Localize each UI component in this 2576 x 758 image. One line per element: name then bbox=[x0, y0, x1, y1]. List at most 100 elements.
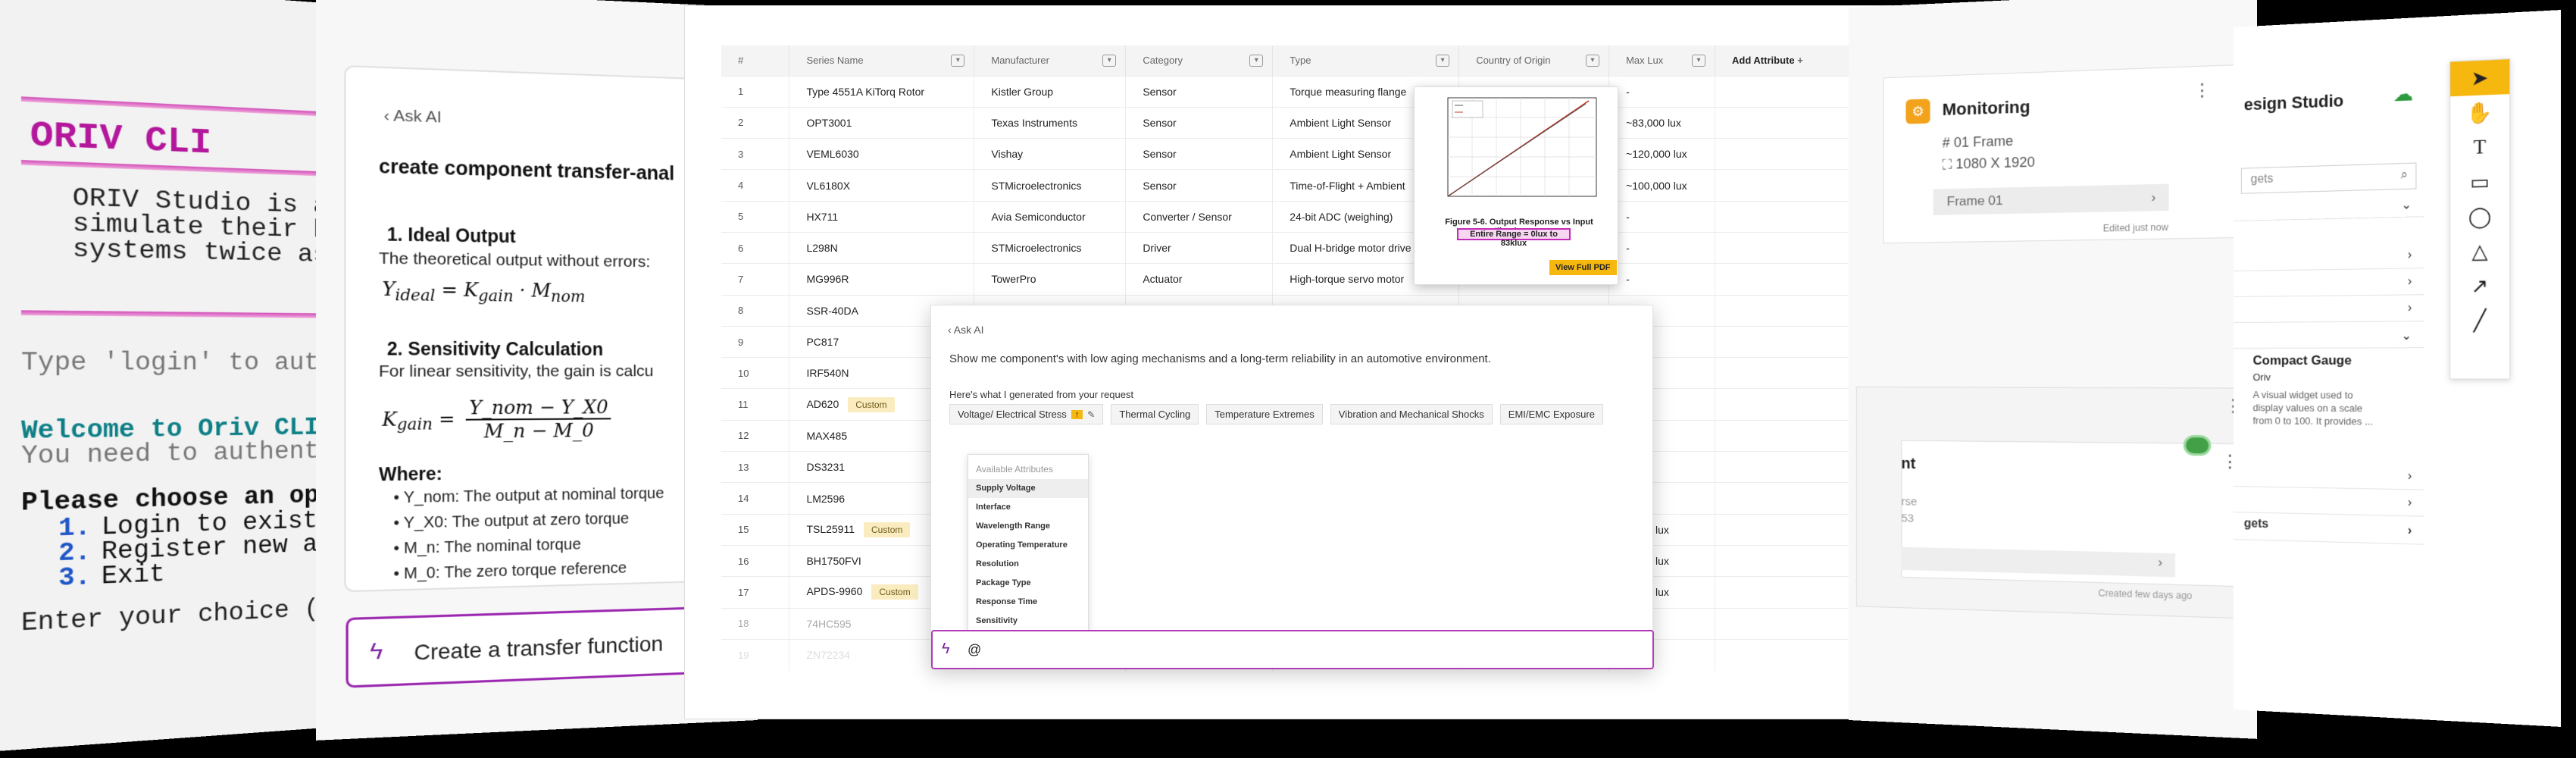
table-row[interactable]: 2 OPT3001 Texas Instruments Sensor Ambient L… bbox=[721, 106, 1853, 139]
category-row-expanded[interactable]: ⌄ bbox=[2234, 324, 2424, 349]
rectangle-tool-icon[interactable]: ▭ bbox=[2450, 164, 2509, 200]
cell-text: 16 bbox=[738, 555, 749, 567]
cli-option-3[interactable]: 3. Exit bbox=[58, 560, 165, 594]
dropdown-item[interactable]: Wavelength Range bbox=[968, 517, 1088, 536]
chip-vibration[interactable]: Vibration and Mechanical Shocks bbox=[1330, 404, 1493, 424]
col-series-name[interactable]: Series Name ▾ bbox=[789, 45, 975, 76]
cell-text: Actuator bbox=[1143, 273, 1183, 286]
dropdown-item[interactable]: Interface bbox=[968, 498, 1088, 517]
edit-icon[interactable]: ✎ bbox=[1087, 409, 1095, 420]
triangle-tool-icon[interactable]: △ bbox=[2450, 233, 2509, 269]
widget-owner: Oriv bbox=[2252, 371, 2271, 384]
col-type[interactable]: Type ▾ bbox=[1272, 45, 1460, 76]
frame-selector[interactable]: Frame 01 › bbox=[1933, 183, 2169, 215]
col-manufacturer[interactable]: Manufacturer ▾ bbox=[974, 45, 1127, 76]
add-attribute-button[interactable]: Add Attribute + bbox=[1715, 45, 1853, 76]
col-category[interactable]: Category ▾ bbox=[1125, 45, 1274, 76]
widget-name[interactable]: Compact Gauge bbox=[2253, 353, 2352, 368]
cell-text: 11 bbox=[738, 399, 749, 411]
bullet-text: M_n: The nominal torque bbox=[404, 536, 581, 558]
filter-icon[interactable]: ▾ bbox=[1102, 55, 1117, 67]
dropdown-item[interactable]: Response Time bbox=[968, 593, 1088, 612]
col-label: Manufacturer bbox=[991, 55, 1049, 67]
ask-ai-input[interactable]: ϟ @ bbox=[931, 630, 1654, 669]
dropdown-item[interactable]: Operating Temperature bbox=[968, 536, 1088, 555]
category-row[interactable]: › bbox=[2234, 271, 2424, 297]
filter-icon[interactable]: ▾ bbox=[1692, 55, 1706, 67]
component-table-panel: # Series Name ▾ Manufacturer ▾ Category ▾ T… bbox=[685, 6, 1893, 719]
table-cell: 1 bbox=[721, 75, 790, 108]
table-row[interactable]: 4 VL6180X STMicroelectronics Sensor Time-of-… bbox=[721, 169, 1853, 202]
ellipse-tool-icon[interactable]: ◯ bbox=[2450, 199, 2509, 234]
chip-thermal-cycling[interactable]: Thermal Cycling bbox=[1111, 404, 1199, 424]
line-tool-icon[interactable]: ╱ bbox=[2450, 302, 2509, 337]
cell-text: 74HC595 bbox=[806, 617, 852, 630]
category-row[interactable]: › bbox=[2234, 490, 2424, 517]
card-desc: rse 53 bbox=[1901, 493, 1917, 528]
table-cell: - bbox=[1608, 263, 1716, 296]
cell-text: Sensor bbox=[1143, 116, 1177, 129]
section-text: For linear sensitivity, the gain is calc… bbox=[379, 362, 654, 381]
more-icon[interactable]: ⋮ bbox=[2193, 80, 2212, 101]
option-label: Exit bbox=[101, 560, 165, 592]
category-row[interactable]: › bbox=[2234, 245, 2424, 271]
dropdown-item[interactable]: Supply Voltage bbox=[968, 479, 1088, 498]
table-row[interactable]: 7 MG996R TowerPro Actuator High-torque servo… bbox=[721, 263, 1853, 296]
table-row[interactable]: 3 VEML6030 Vishay Sensor Ambient Light Senso… bbox=[721, 138, 1853, 170]
custom-badge: Custom bbox=[871, 584, 918, 600]
chip-emi-emc[interactable]: EMI/EMC Exposure bbox=[1499, 404, 1603, 424]
dropdown-item[interactable]: Resolution bbox=[968, 555, 1088, 574]
widgets-section[interactable]: gets › bbox=[2234, 517, 2424, 545]
back-button[interactable]: ‹ Ask AI bbox=[384, 106, 442, 127]
eq-sub: gain bbox=[478, 286, 514, 305]
view-pdf-button[interactable]: View Full PDF bbox=[1549, 260, 1617, 275]
text-tool-icon[interactable]: T bbox=[2450, 129, 2509, 165]
table-row[interactable]: 5 HX711 Avia Semiconductor Converter / Sens… bbox=[721, 200, 1853, 233]
back-button[interactable]: ‹ Ask AI bbox=[948, 324, 983, 336]
chevron-right-icon: › bbox=[2407, 301, 2412, 315]
answer-heading: create component transfer-anal bbox=[379, 155, 675, 185]
cell-text: TSL25911 bbox=[806, 522, 855, 535]
cell-text: 9 bbox=[738, 336, 744, 348]
widget-search-input[interactable]: gets ⌕ bbox=[2240, 162, 2417, 194]
bullet: • Y_X0: The output at zero torque bbox=[393, 510, 630, 532]
section-label: gets bbox=[2243, 517, 2269, 531]
category-row[interactable]: › bbox=[2234, 464, 2424, 490]
table-cell bbox=[1715, 294, 1853, 327]
cell-text: Vishay bbox=[991, 148, 1024, 161]
filter-icon[interactable]: ▾ bbox=[1249, 55, 1264, 67]
col-country[interactable]: Country of Origin ▾ bbox=[1458, 45, 1610, 76]
chevron-down-icon: ⌄ bbox=[2401, 198, 2412, 212]
select-row[interactable]: ⌄ bbox=[2234, 193, 2424, 221]
table-cell: 16 bbox=[721, 544, 790, 577]
category-row[interactable]: › bbox=[2234, 298, 2424, 323]
cell-text: Texas Instruments bbox=[991, 116, 1077, 129]
table-cell: 13 bbox=[721, 451, 790, 483]
filter-icon[interactable]: ▾ bbox=[1436, 55, 1450, 67]
chevron-right-icon: › bbox=[2407, 469, 2412, 484]
cli-enter-choice[interactable]: Enter your choice (1- bbox=[21, 594, 349, 638]
chip-voltage-stress[interactable]: Voltage/ Electrical Stress ↑ ✎ bbox=[949, 404, 1104, 424]
arrow-up-icon[interactable]: ↑ bbox=[1071, 409, 1083, 419]
table-cell: Sensor bbox=[1125, 106, 1274, 139]
table-cell: 12 bbox=[721, 419, 790, 452]
chip-temperature-extremes[interactable]: Temperature Extremes bbox=[1206, 404, 1323, 424]
table-row[interactable]: 6 L298N STMicroelectronics Driver Dual H-bri… bbox=[721, 231, 1853, 264]
section-title: 1. Ideal Output bbox=[386, 224, 516, 247]
equation-ideal: Yideal = Kgain · Mnom bbox=[382, 278, 585, 305]
dropdown-item[interactable]: Sensitivity bbox=[968, 612, 1088, 631]
attribute-chips: Voltage/ Electrical Stress ↑ ✎ Thermal Cyc… bbox=[949, 404, 1603, 424]
arrow-tool-icon[interactable]: ↗ bbox=[2450, 268, 2509, 304]
filter-icon[interactable]: ▾ bbox=[951, 55, 965, 67]
pointer-tool-icon[interactable]: ➤ bbox=[2450, 59, 2510, 97]
col-max-lux[interactable]: Max Lux ▾ bbox=[1608, 45, 1716, 76]
section-text: The theoretical output without errors: bbox=[379, 249, 651, 271]
cell-text: - bbox=[1626, 210, 1630, 223]
table-cell: 10 bbox=[721, 357, 790, 389]
table-cell: Sensor bbox=[1125, 75, 1274, 108]
hand-tool-icon[interactable]: ✋ bbox=[2450, 94, 2509, 131]
table-cell bbox=[1715, 357, 1853, 389]
filter-icon[interactable]: ▾ bbox=[1586, 55, 1600, 67]
table-row[interactable]: 1 Type 4551A KiTorq Rotor Kistler Group Sen… bbox=[721, 75, 1853, 108]
dropdown-item[interactable]: Package Type bbox=[968, 574, 1088, 593]
